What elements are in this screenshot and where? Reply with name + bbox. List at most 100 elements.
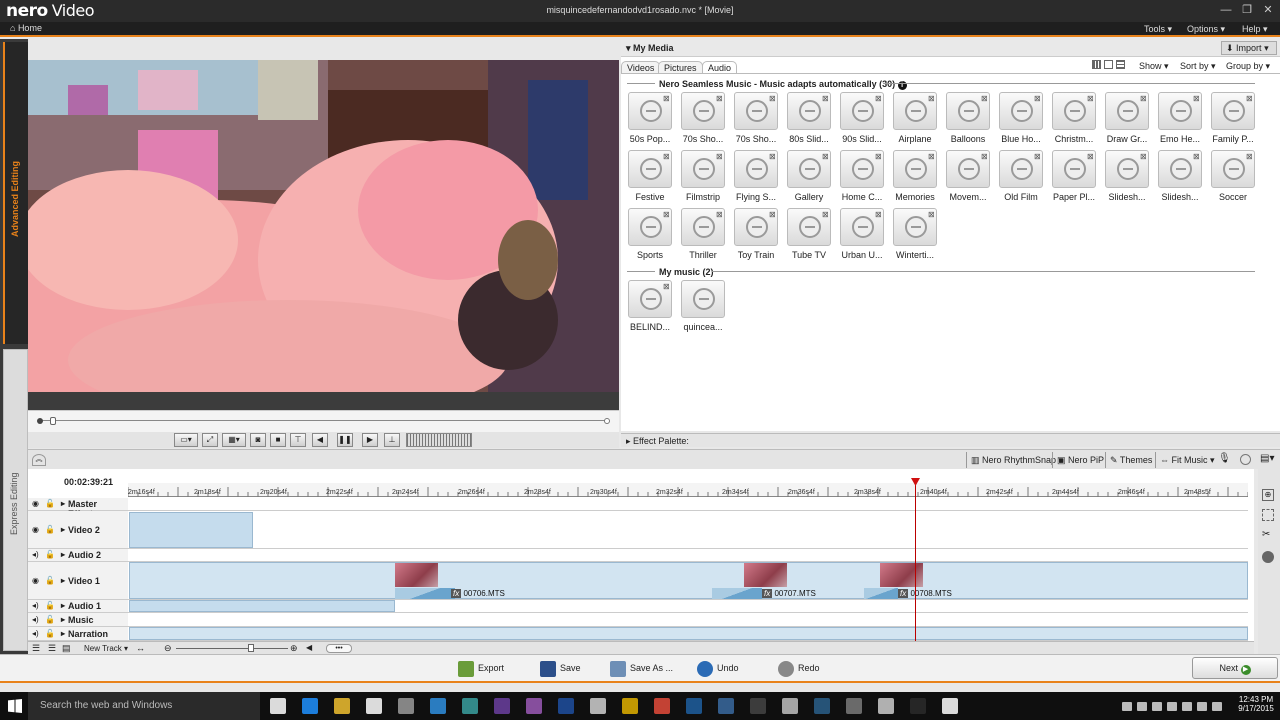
track-list-icon[interactable]: ▤: [62, 643, 71, 654]
remove-icon[interactable]: ⊠: [1087, 152, 1094, 161]
taskbar-search[interactable]: Search the web and Windows: [28, 692, 260, 720]
zoom-out-icon[interactable]: ⊖: [164, 643, 172, 654]
seamless-music-item[interactable]: ⊠: [946, 150, 990, 188]
expand-icon[interactable]: ▸: [61, 499, 65, 508]
menu-options[interactable]: Options ▾: [1187, 24, 1225, 35]
lock-icon[interactable]: 🔓: [45, 615, 55, 624]
lock-icon[interactable]: 🔓: [45, 525, 55, 534]
seamless-music-item[interactable]: ⊠: [893, 208, 937, 246]
seamless-music-item[interactable]: ⊠: [840, 92, 884, 130]
remove-icon[interactable]: ⊠: [663, 282, 670, 291]
expand-icon[interactable]: ▸: [61, 550, 65, 559]
seamless-music-item[interactable]: ⊠: [681, 92, 725, 130]
scrub-handle[interactable]: [50, 417, 56, 425]
app-icon[interactable]: [462, 698, 478, 714]
menu-help[interactable]: Help ▾: [1242, 24, 1268, 35]
remove-icon[interactable]: ⊠: [1246, 94, 1253, 103]
clip-00706[interactable]: fx 00706.MTS: [451, 589, 505, 598]
clip-thumbnail[interactable]: [880, 563, 923, 587]
store-icon[interactable]: [366, 698, 382, 714]
remove-icon[interactable]: ⊠: [928, 94, 935, 103]
remove-icon[interactable]: ⊠: [822, 94, 829, 103]
sort-by-dropdown[interactable]: Sort by ▾: [1180, 61, 1216, 72]
speaker-icon[interactable]: ◂): [32, 629, 39, 638]
new-track-button[interactable]: New Track ▾: [84, 644, 128, 653]
seamless-music-item[interactable]: ⊠: [999, 92, 1043, 130]
next-frame-icon[interactable]: ▶: [362, 433, 378, 447]
network-icon[interactable]: [1182, 702, 1192, 711]
premiere-icon[interactable]: [494, 698, 510, 714]
next-button[interactable]: Next ▶: [1192, 657, 1278, 679]
track-view-compact-icon[interactable]: ☰: [48, 643, 56, 654]
speaker-icon[interactable]: ◂): [32, 601, 39, 610]
eye-icon[interactable]: ◉: [32, 525, 39, 534]
seamless-music-item[interactable]: ⊠: [1105, 150, 1149, 188]
tray-app-icon[interactable]: [1167, 702, 1177, 711]
remove-icon[interactable]: ⊠: [716, 94, 723, 103]
keyboard-icon[interactable]: [1212, 702, 1222, 711]
seamless-music-item[interactable]: ⊠: [628, 150, 672, 188]
effect-palette-bar[interactable]: ▸ Effect Palette:: [621, 433, 1280, 447]
clip-00708[interactable]: fx 00708.MTS: [898, 589, 952, 598]
lock-icon[interactable]: 🔓: [45, 550, 55, 559]
seamless-music-item[interactable]: ⊠: [1105, 92, 1149, 130]
track-lane[interactable]: [128, 613, 1248, 627]
grid-view-icon[interactable]: [1092, 60, 1101, 69]
speaker-icon[interactable]: ◂): [32, 550, 39, 559]
transition-marker[interactable]: [712, 588, 762, 599]
remove-icon[interactable]: ⊠: [663, 94, 670, 103]
snapshot-icon[interactable]: ◙: [250, 433, 266, 447]
seamless-music-item[interactable]: ⊠: [946, 92, 990, 130]
track-lane[interactable]: [128, 511, 1248, 549]
clip-thumbnail[interactable]: [744, 563, 787, 587]
expand-icon[interactable]: ▸: [61, 576, 65, 585]
fit-timeline-icon[interactable]: ↔: [136, 643, 145, 653]
remove-icon[interactable]: ⊠: [769, 152, 776, 161]
seamless-music-item[interactable]: ⊠: [734, 208, 778, 246]
stop-icon[interactable]: ■: [270, 433, 286, 447]
export-button[interactable]: Export: [458, 657, 504, 679]
seamless-music-item[interactable]: ⊠: [734, 150, 778, 188]
eye-icon[interactable]: ◉: [32, 576, 39, 585]
task-view-icon[interactable]: [270, 698, 286, 714]
volume-icon[interactable]: [1197, 702, 1207, 711]
zoom-in-icon[interactable]: ⊕: [290, 643, 298, 654]
eye-icon[interactable]: ◉: [32, 499, 39, 508]
my-media-title[interactable]: ▾ My Media: [626, 43, 674, 54]
go-to-end-icon[interactable]: ⊥: [384, 433, 400, 447]
more-options-icon[interactable]: ▤▾: [1260, 453, 1274, 464]
track-lane[interactable]: [128, 549, 1248, 562]
pip-button[interactable]: ▣ Nero PiP: [1052, 452, 1104, 468]
seamless-music-item[interactable]: ⊠: [628, 208, 672, 246]
app-icon[interactable]: [910, 698, 926, 714]
previous-frame-icon[interactable]: ◀: [312, 433, 328, 447]
record-icon[interactable]: [1240, 454, 1251, 465]
close-icon[interactable]: ✕: [1258, 2, 1278, 18]
seamless-music-item[interactable]: ⊠: [787, 208, 831, 246]
windows-start-icon[interactable]: [8, 699, 22, 713]
show-dropdown[interactable]: Show ▾: [1139, 61, 1169, 72]
zoom-slider[interactable]: [176, 648, 288, 649]
collapse-icon[interactable]: ︽: [32, 454, 46, 466]
cut-icon[interactable]: ✂: [1262, 529, 1270, 540]
microphone-icon[interactable]: 🎙: [1218, 453, 1231, 464]
media-icon[interactable]: [430, 698, 446, 714]
video2-clip[interactable]: [129, 512, 253, 548]
group-by-dropdown[interactable]: Group by ▾: [1226, 61, 1270, 72]
playhead[interactable]: [915, 478, 916, 641]
clip-thumbnail[interactable]: [395, 563, 438, 587]
zoom-icon[interactable]: ⊕: [1262, 489, 1274, 501]
track-view-icon[interactable]: ☰: [32, 643, 40, 654]
remove-icon[interactable]: ⊠: [1087, 94, 1094, 103]
remove-icon[interactable]: ⊠: [716, 152, 723, 161]
undo-button[interactable]: Undo: [697, 657, 739, 679]
remove-icon[interactable]: ⊠: [663, 210, 670, 219]
seamless-music-item[interactable]: ⊠: [1211, 150, 1255, 188]
fit-music-button[interactable]: ⇔ Fit Music ▾: [1155, 452, 1215, 468]
lightroom-icon[interactable]: [750, 698, 766, 714]
expand-icon[interactable]: ▸: [61, 615, 65, 624]
remove-icon[interactable]: ⊠: [1034, 94, 1041, 103]
clip-00707[interactable]: fx 00707.MTS: [762, 589, 816, 598]
speaker-icon[interactable]: ◂): [32, 615, 39, 624]
remove-icon[interactable]: ⊠: [1140, 94, 1147, 103]
